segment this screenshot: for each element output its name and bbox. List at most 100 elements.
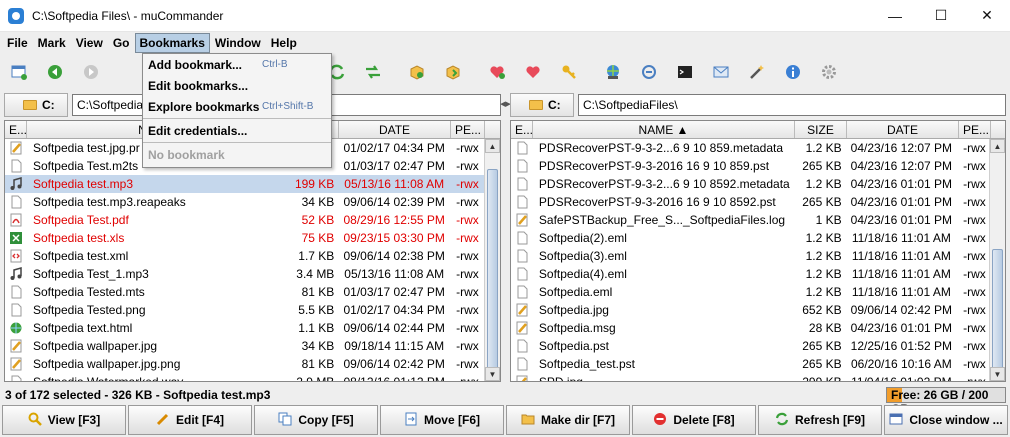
menu-bookmarks[interactable]: Bookmarks — [134, 33, 210, 53]
new-window-icon[interactable] — [8, 61, 30, 83]
connect-server-icon[interactable] — [602, 61, 624, 83]
file-name: Softpedia Test.pdf — [32, 213, 129, 227]
right-col-name[interactable]: NAME ▲ — [533, 121, 795, 138]
file-row[interactable]: Softpedia wallpaper.jpg.png 81 KB 09/06/14… — [5, 355, 484, 373]
file-row[interactable]: PDSRecoverPST-9-3-2016 16 9 10 859.pst 26… — [511, 157, 989, 175]
info-icon[interactable] — [782, 61, 804, 83]
maximize-button[interactable]: ☐ — [918, 0, 964, 32]
view-button[interactable]: View [F3] — [2, 405, 126, 435]
left-scroll-thumb[interactable] — [487, 169, 498, 369]
file-row[interactable]: Softpedia Test.pdf 52 KB 08/29/16 12:55 PM… — [5, 211, 484, 229]
menu-add-bookmark[interactable]: Add bookmark... Ctrl-B — [143, 54, 331, 75]
preferences-wand-icon[interactable] — [746, 61, 768, 83]
right-scroll-thumb[interactable] — [992, 249, 1003, 369]
scroll-up-arrow-icon[interactable]: ▲ — [485, 139, 500, 153]
file-row[interactable]: Softpedia_test.pst 265 KB 06/20/16 10:16 A… — [511, 355, 989, 373]
pack-icon[interactable] — [406, 61, 428, 83]
file-name: Softpedia.eml — [538, 285, 613, 299]
credentials-key-icon[interactable] — [558, 61, 580, 83]
menu-edit-credentials[interactable]: Edit credentials... — [143, 120, 331, 141]
command-label: Make dir [F7] — [540, 413, 615, 427]
file-name: Softpedia.jpg — [538, 303, 609, 317]
file-row[interactable]: Softpedia test.xls 75 KB 09/23/15 03:30 PM… — [5, 229, 484, 247]
file-name: SafePSTBackup_Free_S..._SoftpediaFiles.l… — [538, 213, 786, 227]
minimize-button[interactable]: — — [872, 0, 918, 32]
file-row[interactable]: Softpedia.pst 265 KB 12/25/16 01:52 PM -rwx — [511, 337, 989, 355]
file-row[interactable]: Softpedia wallpaper.jpg 34 KB 09/18/14 11:… — [5, 337, 484, 355]
left-scrollbar[interactable]: ▲ ▼ — [484, 139, 500, 381]
edit-button[interactable]: Edit [F4] — [128, 405, 252, 435]
make-dir-button[interactable]: Make dir [F7] — [506, 405, 630, 435]
unpack-icon[interactable] — [442, 61, 464, 83]
file-row[interactable]: PDSRecoverPST-9-3-2016 16 9 10 8592.pst 2… — [511, 193, 989, 211]
pencil-icon — [5, 339, 27, 353]
file-row[interactable]: Softpedia test.xml 1.7 KB 09/06/14 02:38 P… — [5, 247, 484, 265]
file-row[interactable]: SafePSTBackup_Free_S..._SoftpediaFiles.l… — [511, 211, 989, 229]
copy-button[interactable]: Copy [F5] — [254, 405, 378, 435]
close-button[interactable]: ✕ — [964, 0, 1010, 32]
close-window-button[interactable]: Close window ... — [884, 405, 1008, 435]
run-command-icon[interactable] — [638, 61, 660, 83]
folder-icon — [521, 412, 535, 429]
forward-icon[interactable] — [80, 61, 102, 83]
file-icon — [511, 285, 533, 299]
file-row[interactable]: Softpedia.eml 1.2 KB 11/18/16 11:01 AM -rwx — [511, 283, 989, 301]
right-col-date[interactable]: DATE — [847, 121, 959, 138]
file-size: 1.2 KB — [805, 267, 842, 281]
menu-help[interactable]: Help — [266, 33, 302, 53]
file-row[interactable]: Softpedia(4).eml 1.2 KB 11/18/16 11:01 AM -… — [511, 265, 989, 283]
email-icon[interactable] — [710, 61, 732, 83]
right-col-permissions[interactable]: PE... — [959, 121, 991, 138]
left-col-extension[interactable]: E... — [5, 121, 27, 138]
file-row[interactable]: Softpedia Test_1.mp3 3.4 MB 05/13/16 11:08… — [5, 265, 484, 283]
file-row[interactable]: SPD.jpg 299 KB 11/04/16 01:02 PM -rwx — [511, 373, 989, 381]
file-icon — [5, 285, 27, 299]
menu-view[interactable]: View — [71, 33, 108, 53]
scroll-down-arrow-icon[interactable]: ▼ — [485, 367, 500, 381]
file-row[interactable]: PDSRecoverPST-9-3-2...6 9 10 859.metadat… — [511, 139, 989, 157]
file-name: Softpedia Test_1.mp3 — [32, 267, 149, 281]
move-button[interactable]: Move [F6] — [380, 405, 504, 435]
settings-gear-icon[interactable] — [818, 61, 840, 83]
menu-explore-bookmarks[interactable]: Explore bookmarks Ctrl+Shift-B — [143, 96, 331, 117]
file-row[interactable]: Softpedia test.mp3 199 KB 05/13/16 11:08 A… — [5, 175, 484, 193]
delete-button[interactable]: Delete [F8] — [632, 405, 756, 435]
right-col-extension[interactable]: E... — [511, 121, 533, 138]
refresh-button[interactable]: Refresh [F9] — [758, 405, 882, 435]
right-table-header: E... NAME ▲ SIZE DATE PE... — [511, 121, 1005, 139]
right-col-size[interactable]: SIZE — [795, 121, 847, 138]
music-icon — [5, 177, 27, 191]
menu-go[interactable]: Go — [108, 33, 135, 53]
file-row[interactable]: Softpedia test.mp3.reapeaks 34 KB 09/06/14… — [5, 193, 484, 211]
right-scrollbar[interactable]: ▲ ▼ — [989, 139, 1005, 381]
file-row[interactable]: Softpedia Watermarked.wav 2.9 MB 08/12/16 … — [5, 373, 484, 381]
file-row[interactable]: Softpedia Tested.png 5.5 KB 01/02/17 04:34… — [5, 301, 484, 319]
terminal-icon[interactable] — [674, 61, 696, 83]
file-row[interactable]: Softpedia.msg 28 KB 04/23/16 01:01 PM -rwx — [511, 319, 989, 337]
left-drive-button[interactable]: C: — [4, 92, 68, 117]
scroll-down-arrow-icon[interactable]: ▼ — [990, 367, 1005, 381]
menu-mark[interactable]: Mark — [33, 33, 71, 53]
scroll-up-arrow-icon[interactable]: ▲ — [990, 139, 1005, 153]
right-path-input[interactable] — [578, 93, 1006, 116]
menu-file[interactable]: File — [2, 33, 33, 53]
right-drive-button[interactable]: C: — [510, 92, 574, 117]
file-row[interactable]: Softpedia.jpg 652 KB 09/06/14 02:42 PM -rwx — [511, 301, 989, 319]
menu-window[interactable]: Window — [210, 33, 266, 53]
sync-panels-icon[interactable] — [362, 61, 384, 83]
menu-edit-bookmarks[interactable]: Edit bookmarks... — [143, 75, 331, 96]
back-icon[interactable] — [44, 61, 66, 83]
file-name: PDSRecoverPST-9-3-2016 16 9 10 859.pst — [538, 159, 770, 173]
panel-splitter[interactable]: ◀▶ — [500, 92, 511, 384]
file-name: PDSRecoverPST-9-3-2...6 9 10 859.metadat… — [538, 141, 784, 155]
file-date: 12/25/16 01:52 PM — [850, 339, 953, 353]
add-bookmark-icon[interactable] — [486, 61, 508, 83]
left-col-permissions[interactable]: PE... — [451, 121, 485, 138]
file-row[interactable]: Softpedia Tested.mts 81 KB 01/03/17 02:47 … — [5, 283, 484, 301]
left-col-date[interactable]: DATE — [339, 121, 451, 138]
file-row[interactable]: Softpedia text.html 1.1 KB 09/06/14 02:44 … — [5, 319, 484, 337]
file-row[interactable]: Softpedia(2).eml 1.2 KB 11/18/16 11:01 AM -… — [511, 229, 989, 247]
bookmarks-icon[interactable] — [522, 61, 544, 83]
file-row[interactable]: Softpedia(3).eml 1.2 KB 11/18/16 11:01 AM -… — [511, 247, 989, 265]
file-row[interactable]: PDSRecoverPST-9-3-2...6 9 10 8592.metada… — [511, 175, 989, 193]
